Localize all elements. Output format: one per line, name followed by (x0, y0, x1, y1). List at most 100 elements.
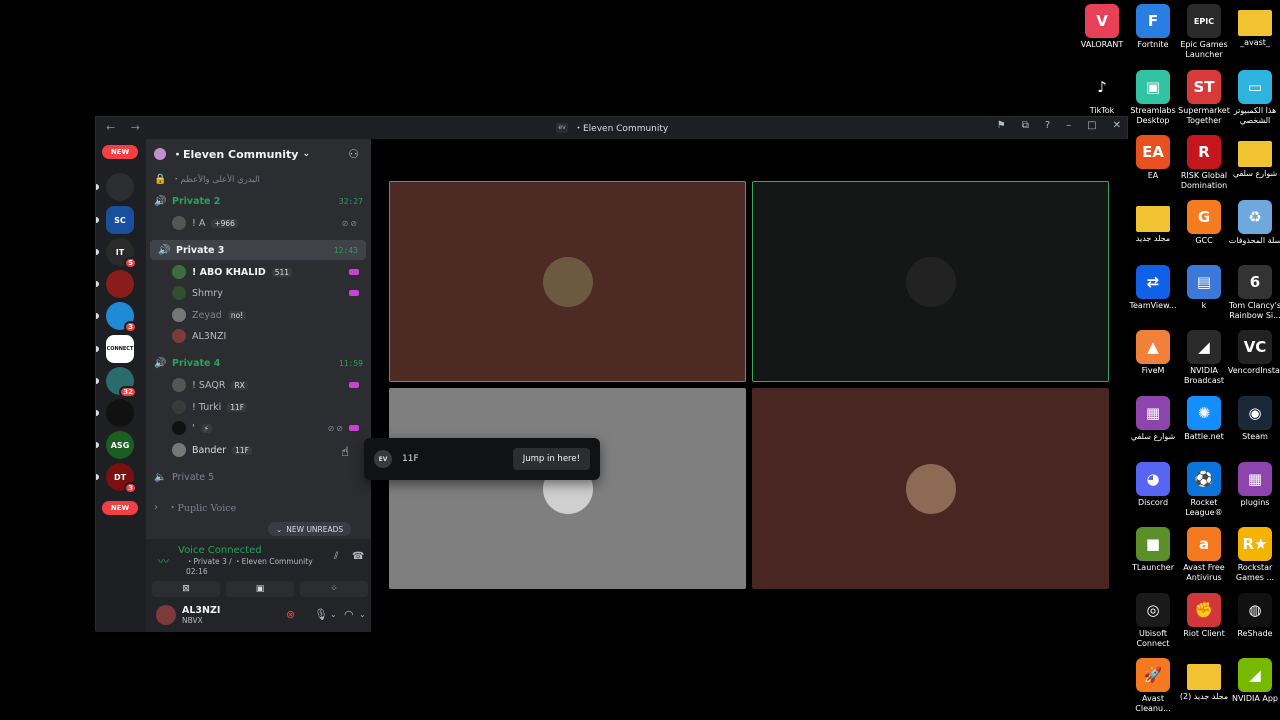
jump-in-button[interactable]: Jump in here! (512, 448, 590, 470)
desktop-shortcut[interactable]: EPIC Epic Games Launcher (1176, 4, 1232, 60)
desktop-shortcut[interactable]: _avast_ (1227, 4, 1280, 48)
teamviewer-icon: ⇄ (1136, 265, 1170, 299)
voice-user[interactable]: AL3NZI (146, 326, 371, 346)
channel-timer: 12:43 (333, 245, 358, 255)
channel-private-5[interactable]: 🔈 Private 5 (146, 467, 371, 487)
desktop-shortcut[interactable]: F Fortnite (1125, 4, 1181, 50)
desktop-shortcut[interactable]: EA EA (1125, 135, 1181, 181)
desktop-shortcut[interactable]: مجلد جديد (2) (1176, 658, 1232, 702)
new-unreads-pill[interactable]: ⌄ NEW UNREADS (268, 522, 352, 536)
camera-button[interactable]: ⊠ (152, 581, 220, 597)
desktop-shortcut[interactable]: ◢ NVIDIA Broadcast (1176, 330, 1232, 386)
desktop-shortcut[interactable]: ▤ k (1176, 265, 1232, 311)
desktop-shortcut[interactable]: 🚀 Avast Cleanu... (1125, 658, 1181, 714)
desktop-shortcut[interactable]: ⚽ Rocket League® (1176, 462, 1232, 518)
desktop-shortcut[interactable]: R RISK Global Domination (1176, 135, 1232, 191)
video-tile[interactable] (752, 181, 1109, 382)
voice-user[interactable]: Zeyad no! (146, 305, 371, 325)
server-icon[interactable]: 32 (106, 367, 137, 398)
user-info[interactable]: AL3NZI NBVX (182, 605, 220, 625)
noise-suppression-icon[interactable]: ⫽ (334, 551, 338, 562)
server-icon[interactable]: DT 3 (106, 463, 137, 494)
voice-user[interactable]: ! ABO KHALID 511 (146, 262, 371, 282)
voice-user[interactable]: Shmry (146, 283, 371, 303)
desktop-shortcut[interactable]: a Avast Free Antivirus (1176, 527, 1232, 583)
signal-icon[interactable]: 〰 (158, 553, 169, 569)
desktop-shortcut[interactable]: ▭ هذا الكمبيوتر الشخصي (1227, 70, 1280, 126)
game-icon[interactable]: ⊗ (286, 608, 295, 621)
desktop-shortcut[interactable]: مجلد جديد (1125, 200, 1181, 244)
desktop-shortcut[interactable]: ♻ سلة المحذوفات (1227, 200, 1280, 246)
server-icon[interactable]: ASG (106, 431, 134, 459)
desktop-shortcut[interactable]: 6 Tom Clancy's Rainbow Si... (1227, 265, 1280, 321)
desktop-shortcut[interactable]: ▦ plugins (1227, 462, 1280, 508)
desktop-shortcut[interactable]: ◎ Ubisoft Connect (1125, 593, 1181, 649)
desktop-shortcut[interactable]: ✺ Battle.net (1176, 396, 1232, 442)
minimize-icon[interactable]: – (1066, 120, 1071, 131)
nav-arrows-icon[interactable]: ← → (106, 121, 146, 134)
desktop-shortcut-label: GCC (1195, 236, 1213, 245)
channel-public-voice[interactable]: › ・Puplic Voice (146, 497, 371, 517)
microphone-icon[interactable]: 🎙 (314, 608, 328, 621)
server-icon[interactable] (106, 173, 134, 201)
new-badge-bottom[interactable]: NEW (102, 501, 138, 515)
desktop-shortcut[interactable]: ⇄ TeamView... (1125, 265, 1181, 311)
server-icon[interactable] (106, 399, 134, 427)
server-icon[interactable]: SC (106, 206, 134, 234)
screen-share-button[interactable]: ▣ (226, 581, 294, 597)
desktop-shortcut[interactable]: ■ TLauncher (1125, 527, 1181, 573)
help-icon[interactable]: ? (1045, 120, 1050, 131)
desktop-shortcut[interactable]: ◍ ReShade (1227, 593, 1280, 639)
desktop-shortcut[interactable]: VC VencordInstal (1227, 330, 1280, 376)
avatar[interactable] (156, 604, 176, 625)
server-icon[interactable]: CONNECT (106, 335, 134, 363)
invite-icon[interactable]: ⚇ (348, 147, 359, 161)
channel-private-2[interactable]: 🔊 Private 2 32:27 (146, 191, 371, 211)
desktop-shortcut[interactable]: شوارع سلفي (1227, 135, 1280, 179)
video-tile[interactable] (752, 388, 1109, 589)
server-icon[interactable] (106, 270, 134, 298)
server-header[interactable]: ・Eleven Community ⌄ ⚇ (146, 139, 371, 169)
desktop-shortcut[interactable]: G GCC (1176, 200, 1232, 246)
desktop-shortcut[interactable]: V VALORANT (1074, 4, 1130, 50)
disconnect-icon[interactable]: ☎ (352, 551, 364, 562)
desktop-shortcut[interactable]: ST Supermarket Together (1176, 70, 1232, 126)
video-tile[interactable] (389, 181, 746, 382)
chevron-down-icon[interactable]: ⌄ (330, 610, 337, 619)
activities-button[interactable]: ⁘ (300, 581, 368, 597)
desktop-shortcut[interactable]: R★ Rockstar Games ... (1227, 527, 1280, 583)
desktop-shortcut[interactable]: ▣ Streamlabs Desktop (1125, 70, 1181, 126)
close-icon[interactable]: ✕ (1113, 120, 1121, 131)
screen-icon[interactable]: ⧉ (1022, 120, 1029, 131)
desktop-shortcut[interactable]: ✊ Riot Client (1176, 593, 1232, 639)
voice-user[interactable]: ' ⚡ ⊘⊘ (146, 418, 371, 438)
desktop-shortcut[interactable]: ◉ Steam (1227, 396, 1280, 442)
voice-user[interactable]: ! A +966 ⊘⊘ (146, 213, 371, 233)
server-icon[interactable]: IT 5 (106, 238, 137, 269)
tlauncher-icon: ■ (1136, 527, 1170, 561)
desktop-shortcut[interactable]: ▲ FiveM (1125, 330, 1181, 376)
nvidia-broadcast-icon: ◢ (1187, 330, 1221, 364)
maximize-icon[interactable]: □ (1087, 120, 1096, 131)
avatar (905, 463, 956, 514)
desktop-shortcut[interactable]: ▦ شوارع سلفي (1125, 396, 1181, 442)
voice-user[interactable]: Bander 11F (146, 440, 371, 460)
desktop-shortcut-label: EA (1147, 171, 1159, 180)
voice-user[interactable]: ! Turki 11F (146, 397, 371, 417)
desktop-shortcut[interactable]: ◕ Discord (1125, 462, 1181, 508)
chevron-down-icon[interactable]: ⌄ (359, 610, 366, 619)
desktop-shortcut[interactable]: ◢ NVIDIA App (1227, 658, 1280, 704)
server-icon[interactable]: 3 (106, 302, 137, 333)
channel-locked[interactable]: 🔒 ・البدري الأعلى والأعظم (146, 169, 371, 189)
file-icon: ▤ (1187, 265, 1221, 299)
desktop-shortcut[interactable]: ♪ TikTok (1074, 70, 1130, 116)
voice-user[interactable]: ! SAQR RX (146, 375, 371, 395)
new-badge-top[interactable]: NEW (102, 145, 138, 159)
channel-private-3[interactable]: 🔊 Private 3 12:43 (150, 240, 366, 260)
channel-private-4[interactable]: 🔊 Private 4 11:59 (146, 353, 371, 373)
desktop-shortcut-label: TikTok (1089, 106, 1115, 115)
inbox-flag-icon[interactable]: ⚑ (997, 120, 1006, 131)
headphones-icon[interactable]: ◠ (344, 608, 354, 621)
video-tile[interactable] (389, 388, 746, 589)
new-unreads-label: NEW UNREADS (286, 524, 344, 534)
